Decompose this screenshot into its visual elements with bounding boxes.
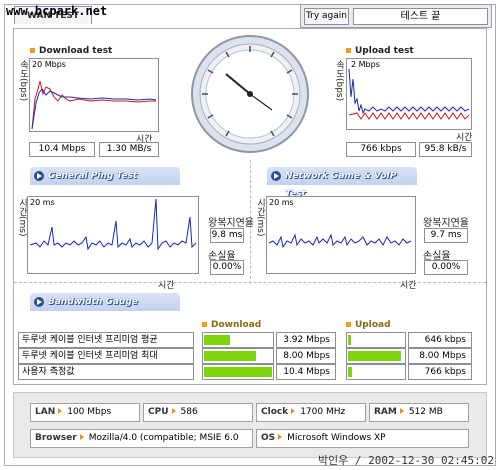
download-gauge-value: 10.4 Mbps [276, 364, 336, 380]
upload-gauge-value: 766 kbps [408, 364, 472, 380]
game-scale: 20 ms [269, 198, 294, 207]
try-again-button[interactable]: Try again [304, 8, 349, 25]
os-info: OS Microsoft Windows XP [256, 429, 469, 448]
upload-gauge-bar [346, 364, 406, 380]
download-title: Download test [30, 46, 112, 56]
bullet-icon [202, 322, 207, 327]
gauge-banner: Bandwidth Gauge [30, 293, 180, 311]
clock-info: Clock 1700 MHz [256, 403, 366, 422]
footer-timestamp: 박인우 / 2002-12-30 02:45:02 [317, 454, 494, 467]
arrow-icon [34, 171, 44, 181]
ram-info: RAM 512 MB [369, 403, 469, 422]
gauge-row: 사용자 측정값 10.4 Mbps 766 kbps [18, 364, 490, 380]
ping-graph: 20 ms [27, 196, 199, 274]
ping-scale: 20 ms [30, 198, 55, 207]
arrow-icon [291, 408, 296, 414]
download-gauge-bar [202, 364, 274, 380]
upload-gauge-bar [346, 348, 406, 364]
download-gauge-bar [202, 332, 274, 348]
gauge-row-name: 두루넷 케이블 인터넷 프리미엄 최대 [18, 348, 194, 364]
speed-dial [190, 34, 310, 154]
ping-rtt-label: 왕복지연율 [208, 218, 254, 229]
upload-scale: 2 Mbps [351, 60, 380, 69]
gauge-row: 두루넷 케이블 인터넷 프리미엄 평균 3.92 Mbps 646 kbps [18, 332, 490, 348]
arrow-icon [271, 171, 281, 181]
game-rtt-label: 왕복지연율 [423, 218, 469, 229]
ping-loss-value: 0.00% [210, 260, 244, 275]
game-graph: 20 ms [266, 196, 416, 274]
arrow-icon [399, 408, 404, 414]
arrow-icon [34, 297, 44, 307]
download-gauge-value: 3.92 Mbps [276, 332, 336, 348]
arrow-icon [278, 434, 283, 440]
download-speed-bps: 10.4 Mbps [29, 142, 95, 157]
ping-x-axis-label: 시간 [158, 281, 175, 291]
gauge-download-head: Download [202, 320, 261, 330]
status-text: 테스트 끝 [353, 8, 488, 25]
upload-graph: 2 Mbps [346, 58, 472, 130]
gauge-row-name: 두루넷 케이블 인터넷 프리미엄 평균 [18, 332, 194, 348]
upload-gauge-fill [348, 367, 352, 377]
upload-gauge-fill [348, 351, 401, 361]
upload-gauge-bar [346, 332, 406, 348]
download-gauge-fill [204, 367, 272, 377]
arrow-icon [79, 434, 84, 440]
ping-banner: General Ping Test [30, 167, 180, 185]
watermark: www.bcpark.net [6, 4, 108, 18]
download-gauge-fill [204, 335, 230, 345]
browser-info: Browser Mozilla/4.0 (compatible; MSIE 6.0 [30, 429, 253, 448]
ping-rtt-value: 9.8 ms [210, 228, 244, 243]
divider [14, 282, 486, 283]
bullet-icon [346, 48, 351, 53]
game-rtt-value: 9.7 ms [424, 228, 468, 243]
upload-gauge-fill [348, 335, 351, 345]
download-scale: 20 Mbps [32, 60, 66, 69]
upload-speed-Bps: 95.8 kB/s [419, 142, 472, 157]
upload-title: Upload test [346, 46, 414, 56]
arrow-icon [58, 408, 63, 414]
gauge-row: 두루넷 케이블 인터넷 프리미엄 최대 8.00 Mbps 8.00 Mbps [18, 348, 490, 364]
game-loss-value: 0.00% [424, 260, 468, 275]
upload-y-axis-label: 속도(bps) [334, 60, 344, 102]
download-speed-Bps: 1.30 MB/s [99, 142, 159, 157]
bullet-icon [346, 322, 351, 327]
arrow-icon [171, 408, 176, 414]
bullet-icon [30, 48, 35, 53]
download-gauge-bar [202, 348, 274, 364]
system-info-panel [13, 392, 487, 458]
game-banner: Network Game & VoIP Test [267, 167, 417, 199]
cpu-info: CPU 586 [143, 403, 253, 422]
gauge-upload-head: Upload [346, 320, 391, 330]
game-x-axis-label: 시간 [400, 281, 417, 291]
gauge-row-name: 사용자 측정값 [18, 364, 194, 380]
upload-speed-bps: 766 kbps [346, 142, 416, 157]
download-gauge-fill [204, 351, 256, 361]
control-bar: Try again 테스트 끝 [300, 4, 492, 28]
download-graph: 20 Mbps [29, 58, 159, 132]
lan-info: LAN 100 Mbps [30, 403, 140, 422]
upload-gauge-value: 646 kbps [408, 332, 472, 348]
download-gauge-value: 8.00 Mbps [276, 348, 336, 364]
upload-gauge-value: 8.00 Mbps [408, 348, 472, 364]
